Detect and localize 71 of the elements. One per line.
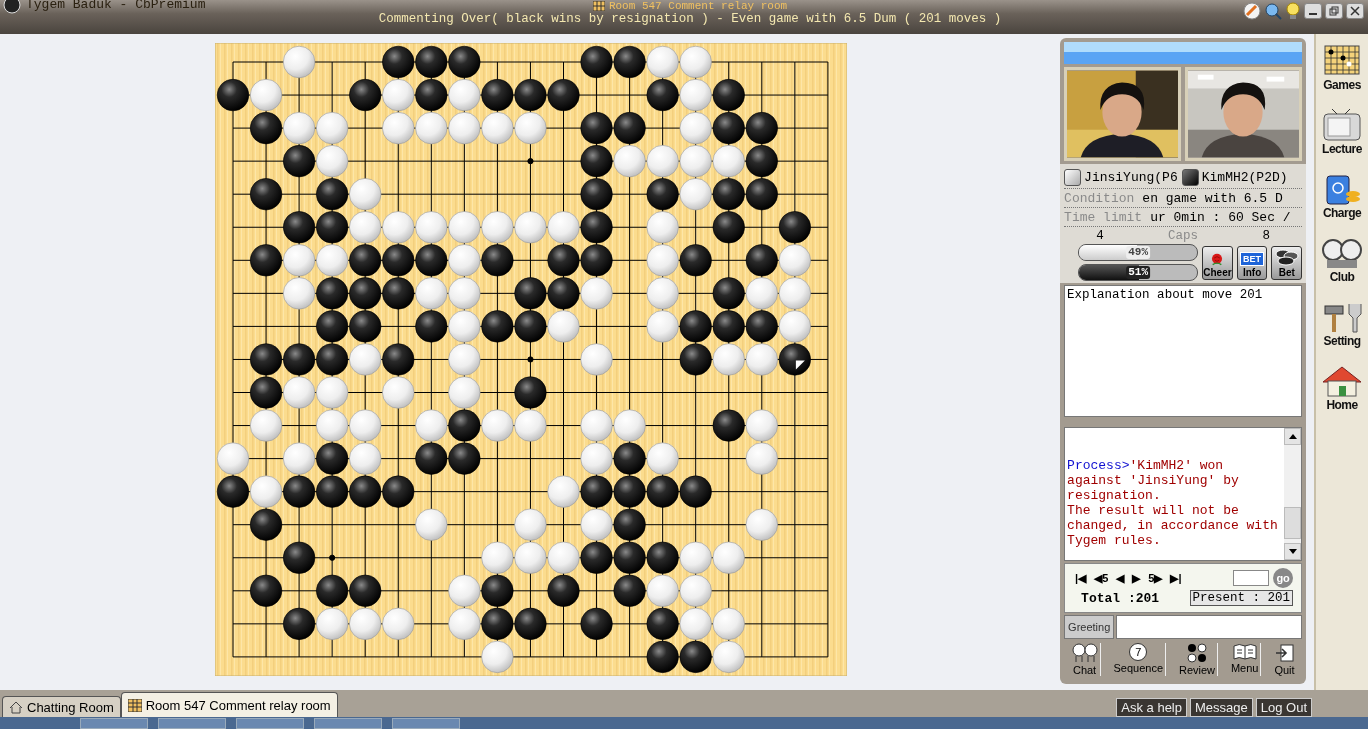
time-limit-value: ur 0min : 60 Sec / (1150, 209, 1291, 225)
move-nav-button[interactable]: ▶ (1130, 571, 1143, 585)
restore-icon (1329, 6, 1339, 16)
stones-icon (1186, 643, 1208, 663)
scroll-up-button[interactable] (1284, 428, 1302, 445)
menu-button[interactable]: Menu (1228, 643, 1262, 676)
games-button[interactable]: Games (1319, 44, 1366, 92)
lecture-button[interactable]: Lecture (1319, 108, 1366, 156)
captures-count: 4 (1096, 228, 1104, 243)
move-nav-button[interactable]: ▶| (1168, 571, 1184, 585)
scroll-down-button[interactable] (1284, 543, 1302, 560)
move-number-field[interactable] (1233, 570, 1270, 586)
footer-button[interactable]: Log Out (1255, 698, 1312, 717)
club-button[interactable]: Club (1319, 236, 1366, 284)
chat-button[interactable]: Chat (1069, 643, 1101, 676)
condition-label: Condition (1064, 190, 1135, 206)
home-icon (9, 700, 23, 714)
home-button[interactable]: Home (1319, 364, 1366, 412)
restore-button[interactable] (1325, 3, 1343, 19)
footer-button[interactable]: Ask a help (1116, 698, 1187, 717)
chat-message: The result will not be changed, in accordance with Tygem rules. (1067, 503, 1279, 548)
explanation-text: Explanation about move 201 (1064, 285, 1303, 417)
game-result: Commenting Over( black wins by resignation ) - Even game with 6.5 Dum ( 201 moves ) (378, 12, 1002, 27)
up-arrow-icon (1288, 434, 1297, 439)
minimize-button[interactable] (1304, 3, 1322, 19)
board-icon (127, 698, 142, 712)
numbered-stone-icon: 7 (1129, 643, 1148, 661)
present-move: Present : 201 (1189, 590, 1294, 606)
move-nav-button[interactable]: ◀5 (1092, 571, 1111, 585)
setting-button[interactable]: Setting (1319, 300, 1366, 348)
room-title: Room 547 Comment relay room (608, 0, 788, 12)
quit-button[interactable]: Quit (1272, 643, 1297, 676)
room-tab[interactable]: Room 547 Comment relay room (120, 692, 338, 717)
bet-button[interactable]: Bet (1271, 245, 1303, 280)
scrollbar-thumb[interactable] (1284, 507, 1302, 539)
sequence-button[interactable]: 7 Sequence (1111, 643, 1167, 676)
board-icon (592, 1, 605, 11)
move-nav-button[interactable]: ◀ (1114, 571, 1127, 585)
room-tab[interactable]: Chatting Room (2, 696, 121, 717)
people-icon (1071, 643, 1098, 663)
chat-message: Process>'KimMH2' won against 'JinsiYung' by resignation. (1067, 458, 1240, 503)
time-limit-label: Time limit (1064, 209, 1143, 225)
close-button[interactable] (1346, 3, 1364, 19)
charge-button[interactable]: Charge (1319, 172, 1366, 220)
total-moves: Total :201 (1080, 590, 1160, 606)
player-name: JinsiYung(P6 (1084, 169, 1178, 185)
move-nav-button[interactable]: |◀ (1073, 571, 1089, 585)
search-icon[interactable] (1264, 2, 1282, 20)
greeting-button[interactable]: Greeting (1064, 615, 1115, 639)
review-button[interactable]: Review (1176, 643, 1219, 676)
go-button[interactable]: go (1273, 568, 1294, 588)
win-rate-reading: 51% (1126, 266, 1150, 279)
close-icon (1350, 6, 1360, 16)
captures-label: Caps (1168, 228, 1199, 243)
captures-count: 8 (1262, 228, 1270, 243)
down-arrow-icon (1288, 549, 1297, 554)
move-nav-button[interactable]: 5▶ (1146, 571, 1165, 585)
chat-input[interactable] (1116, 615, 1303, 639)
lightbulb-icon[interactable] (1285, 2, 1301, 20)
book-icon (1231, 643, 1258, 661)
chips-icon (1273, 247, 1300, 266)
player-name: KimMH2(P2D) (1201, 169, 1288, 185)
bet-icon: BET (1240, 251, 1265, 266)
condition-value: en game with 6.5 D (1142, 190, 1283, 206)
info-button[interactable]: BET Info (1236, 245, 1268, 280)
win-rate-reading: 49% (1126, 246, 1150, 259)
footer-button[interactable]: Message (1190, 698, 1253, 717)
app-logo-icon (2, 0, 22, 14)
cheer-button[interactable]: Cheer (1202, 245, 1233, 280)
exit-icon (1274, 643, 1295, 663)
pencil-icon[interactable] (1243, 2, 1261, 20)
